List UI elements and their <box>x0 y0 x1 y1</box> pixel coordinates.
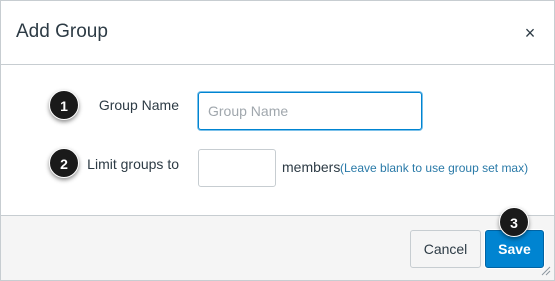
add-group-dialog: Add Group × 1 Group Name 2 Limit groups … <box>0 0 555 281</box>
cancel-button[interactable]: Cancel <box>410 230 481 268</box>
dialog-header: Add Group × <box>1 1 554 65</box>
group-name-label: Group Name <box>98 97 179 113</box>
limit-groups-label: Limit groups to <box>87 156 179 172</box>
resize-grip-icon[interactable] <box>541 266 551 276</box>
limit-hint: (Leave blank to use group set max) <box>340 161 529 175</box>
dialog-footer: Cancel Save <box>1 215 554 280</box>
dialog-body: 1 Group Name 2 Limit groups to members (… <box>1 66 554 215</box>
step-badge-1: 1 <box>49 90 79 120</box>
group-limit-input[interactable] <box>198 149 276 187</box>
dialog-title: Add Group <box>16 21 108 42</box>
close-icon[interactable]: × <box>520 21 540 45</box>
step-badge-3: 3 <box>499 207 529 237</box>
step-badge-2: 2 <box>49 148 79 178</box>
group-name-input[interactable] <box>198 92 422 130</box>
members-label: members <box>282 159 341 175</box>
